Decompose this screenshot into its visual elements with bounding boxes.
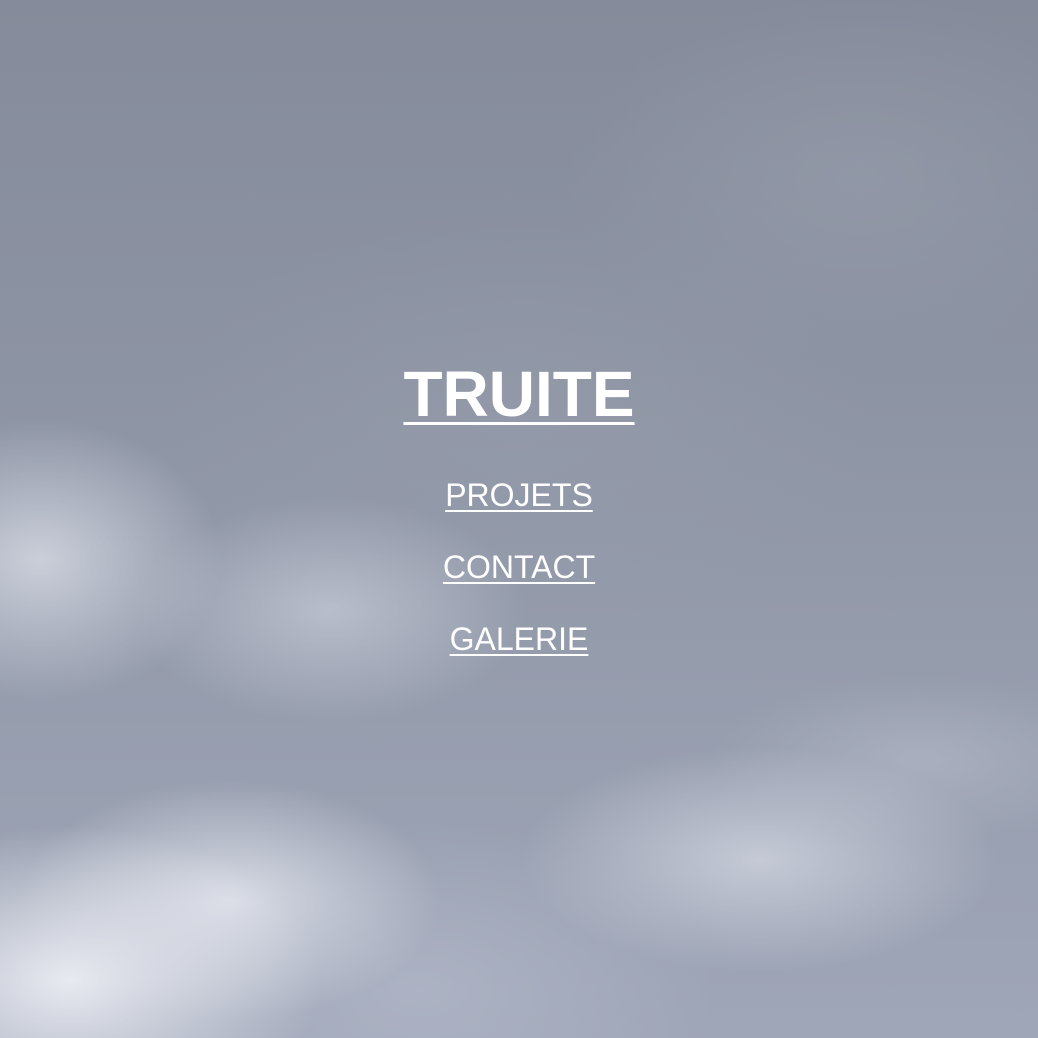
cloudy-sky-background (0, 0, 1038, 1038)
site-title-link[interactable]: TRUITE (0, 358, 1038, 430)
nav-link-contact[interactable]: CONTACT (0, 547, 1038, 587)
nav-link-projets[interactable]: PROJETS (0, 475, 1038, 515)
nav-link-galerie[interactable]: GALERIE (0, 619, 1038, 659)
